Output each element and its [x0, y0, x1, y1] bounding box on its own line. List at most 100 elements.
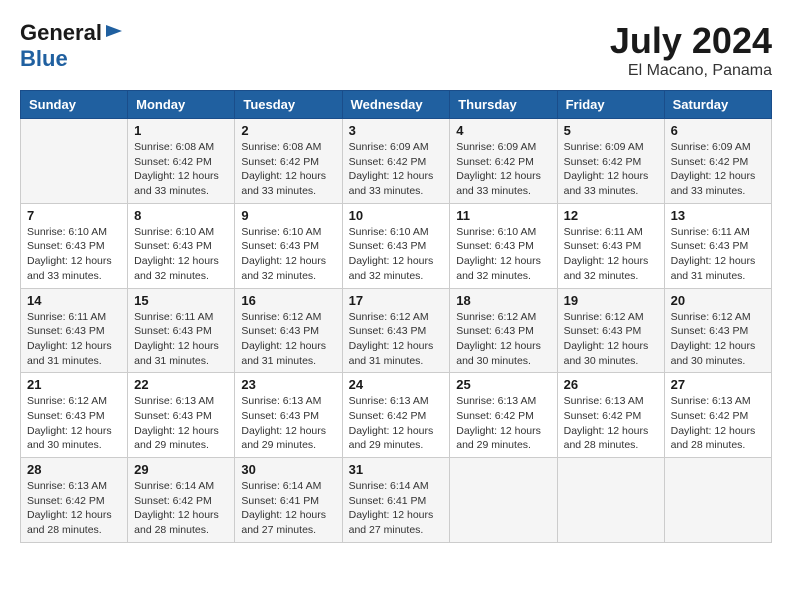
calendar-header-row: SundayMondayTuesdayWednesdayThursdayFrid… [21, 91, 772, 119]
logo-blue-text: Blue [20, 46, 68, 72]
calendar-cell: 21 Sunrise: 6:12 AMSunset: 6:43 PMDayligh… [21, 373, 128, 458]
calendar-cell: 2 Sunrise: 6:08 AMSunset: 6:42 PMDaylight… [235, 119, 342, 204]
day-number: 14 [27, 293, 121, 308]
day-number: 26 [564, 377, 658, 392]
day-info: Sunrise: 6:14 AMSunset: 6:42 PMDaylight:… [134, 479, 228, 538]
calendar-cell: 19Sunrise: 6:12 AMSunset: 6:43 PMDayligh… [557, 288, 664, 373]
day-info: Sunrise: 6:10 AMSunset: 6:43 PMDaylight:… [134, 225, 228, 284]
day-number: 18 [456, 293, 550, 308]
calendar-cell: 25 Sunrise: 6:13 AMSunset: 6:42 PMDayligh… [450, 373, 557, 458]
column-header-wednesday: Wednesday [342, 91, 450, 119]
calendar-cell: 16Sunrise: 6:12 AMSunset: 6:43 PMDayligh… [235, 288, 342, 373]
day-info: Sunrise: 6:13 AMSunset: 6:42 PMDaylight:… [671, 394, 765, 453]
column-header-monday: Monday [128, 91, 235, 119]
calendar-cell: 3 Sunrise: 6:09 AMSunset: 6:42 PMDaylight… [342, 119, 450, 204]
day-number: 30 [241, 462, 335, 477]
day-number: 10 [349, 208, 444, 223]
day-info: Sunrise: 6:12 AMSunset: 6:43 PMDaylight:… [349, 310, 444, 369]
calendar-cell: 14 Sunrise: 6:11 AMSunset: 6:43 PMDayligh… [21, 288, 128, 373]
day-number: 25 [456, 377, 550, 392]
calendar-cell: 1 Sunrise: 6:08 AMSunset: 6:42 PMDaylight… [128, 119, 235, 204]
column-header-thursday: Thursday [450, 91, 557, 119]
day-number: 17 [349, 293, 444, 308]
day-number: 12 [564, 208, 658, 223]
day-number: 3 [349, 123, 444, 138]
calendar-cell: 23Sunrise: 6:13 AMSunset: 6:43 PMDayligh… [235, 373, 342, 458]
calendar-table: SundayMondayTuesdayWednesdayThursdayFrid… [20, 90, 772, 543]
calendar-cell [21, 119, 128, 204]
day-info: Sunrise: 6:13 AMSunset: 6:42 PMDaylight:… [27, 479, 121, 538]
day-info: Sunrise: 6:12 AMSunset: 6:43 PMDaylight:… [456, 310, 550, 369]
day-info: Sunrise: 6:13 AMSunset: 6:42 PMDaylight:… [349, 394, 444, 453]
day-info: Sunrise: 6:12 AMSunset: 6:43 PMDaylight:… [671, 310, 765, 369]
day-number: 21 [27, 377, 121, 392]
day-number: 7 [27, 208, 121, 223]
calendar-cell: 4 Sunrise: 6:09 AMSunset: 6:42 PMDaylight… [450, 119, 557, 204]
day-info: Sunrise: 6:09 AMSunset: 6:42 PMDaylight:… [671, 140, 765, 199]
day-number: 15 [134, 293, 228, 308]
logo: General Blue [20, 20, 124, 72]
day-info: Sunrise: 6:10 AMSunset: 6:43 PMDaylight:… [456, 225, 550, 284]
day-info: Sunrise: 6:09 AMSunset: 6:42 PMDaylight:… [349, 140, 444, 199]
day-number: 29 [134, 462, 228, 477]
day-info: Sunrise: 6:12 AMSunset: 6:43 PMDaylight:… [27, 394, 121, 453]
calendar-cell: 20 Sunrise: 6:12 AMSunset: 6:43 PMDayligh… [664, 288, 771, 373]
day-info: Sunrise: 6:14 AMSunset: 6:41 PMDaylight:… [241, 479, 335, 538]
column-header-sunday: Sunday [21, 91, 128, 119]
day-info: Sunrise: 6:10 AMSunset: 6:43 PMDaylight:… [27, 225, 121, 284]
day-number: 4 [456, 123, 550, 138]
day-info: Sunrise: 6:13 AMSunset: 6:43 PMDaylight:… [134, 394, 228, 453]
day-info: Sunrise: 6:09 AMSunset: 6:42 PMDaylight:… [456, 140, 550, 199]
day-number: 24 [349, 377, 444, 392]
calendar-cell: 7 Sunrise: 6:10 AMSunset: 6:43 PMDaylight… [21, 203, 128, 288]
day-number: 2 [241, 123, 335, 138]
day-info: Sunrise: 6:11 AMSunset: 6:43 PMDaylight:… [27, 310, 121, 369]
day-info: Sunrise: 6:12 AMSunset: 6:43 PMDaylight:… [241, 310, 335, 369]
day-number: 1 [134, 123, 228, 138]
title-section: July 2024 El Macano, Panama [610, 20, 772, 80]
day-info: Sunrise: 6:11 AMSunset: 6:43 PMDaylight:… [564, 225, 658, 284]
column-header-tuesday: Tuesday [235, 91, 342, 119]
calendar-cell: 17 Sunrise: 6:12 AMSunset: 6:43 PMDayligh… [342, 288, 450, 373]
day-number: 28 [27, 462, 121, 477]
day-number: 19 [564, 293, 658, 308]
calendar-week-row: 14 Sunrise: 6:11 AMSunset: 6:43 PMDayligh… [21, 288, 772, 373]
day-info: Sunrise: 6:10 AMSunset: 6:43 PMDaylight:… [241, 225, 335, 284]
day-number: 23 [241, 377, 335, 392]
calendar-cell: 5 Sunrise: 6:09 AMSunset: 6:42 PMDaylight… [557, 119, 664, 204]
day-number: 6 [671, 123, 765, 138]
day-info: Sunrise: 6:11 AMSunset: 6:43 PMDaylight:… [671, 225, 765, 284]
day-number: 20 [671, 293, 765, 308]
day-info: Sunrise: 6:13 AMSunset: 6:42 PMDaylight:… [564, 394, 658, 453]
day-number: 22 [134, 377, 228, 392]
calendar-week-row: 28 Sunrise: 6:13 AMSunset: 6:42 PMDayligh… [21, 458, 772, 543]
calendar-week-row: 7 Sunrise: 6:10 AMSunset: 6:43 PMDaylight… [21, 203, 772, 288]
day-number: 5 [564, 123, 658, 138]
day-info: Sunrise: 6:08 AMSunset: 6:42 PMDaylight:… [241, 140, 335, 199]
location-title: El Macano, Panama [610, 62, 772, 80]
day-number: 11 [456, 208, 550, 223]
day-number: 8 [134, 208, 228, 223]
calendar-cell: 13Sunrise: 6:11 AMSunset: 6:43 PMDayligh… [664, 203, 771, 288]
calendar-cell [450, 458, 557, 543]
page-header: General Blue July 2024 El Macano, Panama [20, 20, 772, 80]
calendar-cell: 29 Sunrise: 6:14 AMSunset: 6:42 PMDayligh… [128, 458, 235, 543]
calendar-cell: 18 Sunrise: 6:12 AMSunset: 6:43 PMDayligh… [450, 288, 557, 373]
calendar-cell: 26 Sunrise: 6:13 AMSunset: 6:42 PMDayligh… [557, 373, 664, 458]
day-info: Sunrise: 6:10 AMSunset: 6:43 PMDaylight:… [349, 225, 444, 284]
day-info: Sunrise: 6:13 AMSunset: 6:42 PMDaylight:… [456, 394, 550, 453]
day-info: Sunrise: 6:14 AMSunset: 6:41 PMDaylight:… [349, 479, 444, 538]
calendar-cell: 22 Sunrise: 6:13 AMSunset: 6:43 PMDayligh… [128, 373, 235, 458]
calendar-cell: 27Sunrise: 6:13 AMSunset: 6:42 PMDayligh… [664, 373, 771, 458]
day-info: Sunrise: 6:08 AMSunset: 6:42 PMDaylight:… [134, 140, 228, 199]
calendar-cell [557, 458, 664, 543]
day-info: Sunrise: 6:09 AMSunset: 6:42 PMDaylight:… [564, 140, 658, 199]
column-header-friday: Friday [557, 91, 664, 119]
day-number: 9 [241, 208, 335, 223]
day-info: Sunrise: 6:11 AMSunset: 6:43 PMDaylight:… [134, 310, 228, 369]
calendar-cell: 12 Sunrise: 6:11 AMSunset: 6:43 PMDayligh… [557, 203, 664, 288]
logo-general-text: General [20, 20, 102, 46]
calendar-week-row: 1 Sunrise: 6:08 AMSunset: 6:42 PMDaylight… [21, 119, 772, 204]
calendar-cell: 9 Sunrise: 6:10 AMSunset: 6:43 PMDaylight… [235, 203, 342, 288]
column-header-saturday: Saturday [664, 91, 771, 119]
